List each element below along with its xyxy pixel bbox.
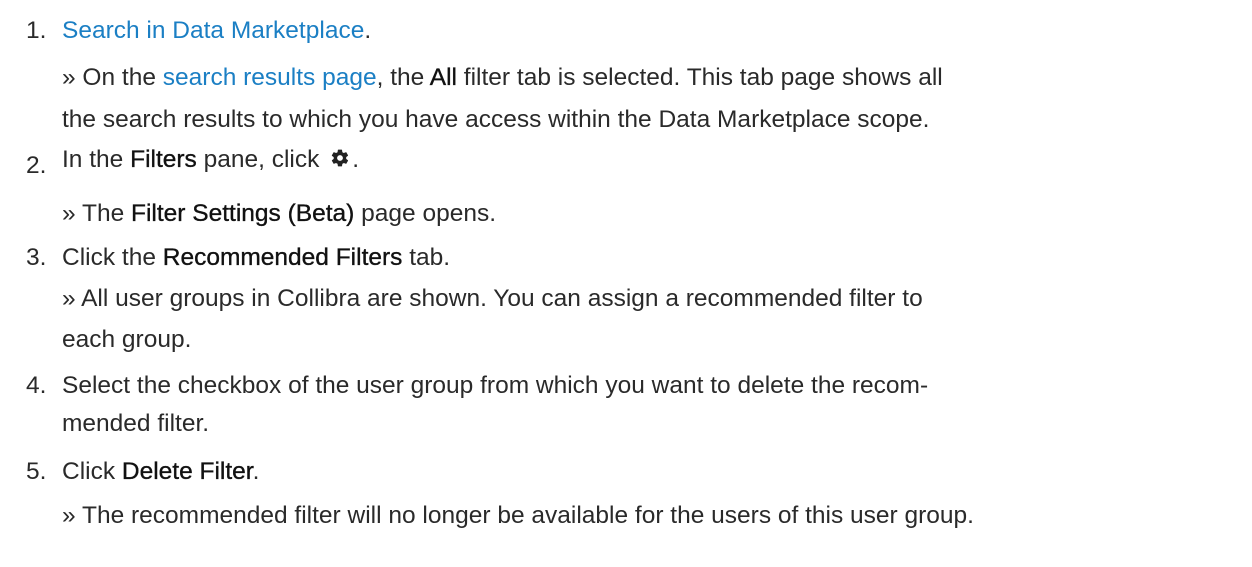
step-number: 1. (26, 17, 47, 44)
step-text: In the Filters pane, click . (62, 144, 359, 177)
step-text: Search in Data Marketplace. (62, 17, 372, 44)
result-text: » The Filter Settings (Beta) page opens. (62, 200, 497, 227)
instruction-list: 1. Search in Data Marketplace. » On the … (26, 17, 974, 529)
ui-term: Delete Filter (121, 458, 253, 485)
ui-term: Recommended Filters (162, 244, 403, 271)
search-link[interactable]: Search in Data Marketplace (62, 17, 364, 44)
step-number: 5. (26, 458, 47, 485)
result-text: » On the search results page, the All fi… (62, 64, 943, 91)
step-text: Click Delete Filter. (62, 458, 260, 485)
step-number: 2. (26, 152, 47, 179)
search-results-page-link[interactable]: search results page (163, 64, 377, 91)
ui-term: Filters (130, 146, 197, 173)
step-text: Click the Recommended Filters tab. (62, 244, 451, 271)
step-number: 3. (26, 244, 47, 271)
ui-term: Filter Settings (Beta) (131, 200, 355, 227)
gear-icon (330, 145, 350, 177)
ui-term: All (429, 64, 458, 91)
step-number: 4. (26, 372, 47, 399)
